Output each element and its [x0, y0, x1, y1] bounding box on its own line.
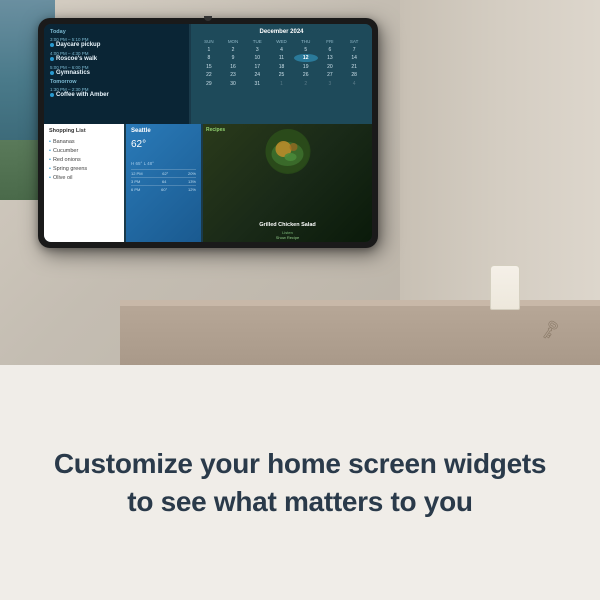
cal-day-24: 24 [245, 71, 269, 79]
cal-day-16: 16 [221, 63, 245, 71]
cal-day-18: 18 [270, 63, 294, 71]
cal-day-next-4: 4 [342, 80, 366, 88]
recipe-widget: Recipes Grilled Chicken Salad Listen [203, 124, 372, 242]
candle-jar-container [490, 265, 520, 310]
device-screen: Today 3:00 PM – 5:10 PM Daycare pickup 4… [44, 24, 372, 242]
event-3-title: Gymnastics [56, 70, 90, 76]
calendar-widget: December 2024 SUN MON TUE WED THU FRI SA… [191, 24, 372, 124]
cal-day-4: 4 [270, 46, 294, 54]
cal-day-next-1: 1 [270, 80, 294, 88]
event-4-title: Coffee with Amber [56, 92, 109, 98]
cal-day-31: 31 [245, 80, 269, 88]
cal-day-10: 10 [245, 54, 269, 62]
event-3: 5:00 PM – 6:00 PM Gymnastics [50, 65, 183, 76]
cal-day-20: 20 [318, 63, 342, 71]
cal-day-6: 6 [318, 46, 342, 54]
cal-day-28: 28 [342, 71, 366, 79]
cal-header-sat: SAT [342, 38, 366, 45]
cal-day-3: 3 [245, 46, 269, 54]
shopping-item-2: Cucumber [49, 146, 119, 155]
event-2-dot [50, 57, 54, 61]
cal-day-7: 7 [342, 46, 366, 54]
device-frame: Today 3:00 PM – 5:10 PM Daycare pickup 4… [38, 18, 378, 248]
forecast-row-1: 12 PM 62° 20% [131, 169, 196, 177]
cal-day-30: 30 [221, 80, 245, 88]
weather-temperature: 62° [131, 136, 196, 159]
weather-unit: ° [142, 140, 146, 150]
cal-day-12-today: 12 [294, 54, 318, 62]
shopping-item-4: Spring greens [49, 164, 119, 173]
cal-day-17: 17 [245, 63, 269, 71]
cal-day-26: 26 [294, 71, 318, 79]
event-4: 1:30 PM – 2:30 PM Coffee with Amber [50, 87, 183, 98]
cal-header-fri: FRI [318, 38, 342, 45]
event-1-dot [50, 43, 54, 47]
cal-day-9: 9 [221, 54, 245, 62]
event-1: 3:00 PM – 5:10 PM Daycare pickup [50, 37, 183, 48]
cal-day-15: 15 [197, 63, 221, 71]
recipe-plate-image [265, 129, 310, 174]
event-2-title: Roscoe's walk [56, 56, 97, 62]
shopping-item-1: Bananas [49, 137, 119, 146]
cal-day-13: 13 [318, 54, 342, 62]
event-2: 4:00 PM – 4:30 PM Roscoe's walk [50, 51, 183, 62]
weather-range: H 65° L 48° [131, 161, 196, 166]
events-widget: Today 3:00 PM – 5:10 PM Daycare pickup 4… [44, 24, 189, 124]
event-4-dot [50, 93, 54, 97]
cal-day-19: 19 [294, 63, 318, 71]
cal-header-sun: SUN [197, 38, 221, 45]
cal-header-thu: THU [294, 38, 318, 45]
cal-day-21: 21 [342, 63, 366, 71]
cal-day-11: 11 [270, 54, 294, 62]
cal-day-22: 22 [197, 71, 221, 79]
recipe-title: Grilled Chicken Salad [203, 222, 372, 228]
cal-day-23: 23 [221, 71, 245, 79]
recipe-plate [265, 129, 310, 174]
cal-header-tue: TUE [245, 38, 269, 45]
cal-header-wed: WED [270, 38, 294, 45]
screen-bottom-row: Shopping List Bananas Cucumber Red onion… [44, 124, 372, 242]
tagline-text: Customize your home screen widgets to se… [40, 445, 560, 521]
cal-day-2: 2 [221, 46, 245, 54]
camera-dot [204, 16, 212, 21]
cal-day-29: 29 [197, 80, 221, 88]
calendar-grid: SUN MON TUE WED THU FRI SAT 1 2 3 4 5 6 [197, 38, 366, 88]
cal-day-25: 25 [270, 71, 294, 79]
cal-day-8: 8 [197, 54, 221, 62]
shelf [120, 300, 600, 370]
weather-widget: Seattle 62° H 65° L 48° 12 PM 62° 20% [126, 124, 201, 242]
shopping-list-widget: Shopping List Bananas Cucumber Red onion… [44, 124, 124, 242]
shopping-title: Shopping List [49, 128, 119, 134]
recipe-header-label: Recipes [206, 127, 225, 133]
candle-jar [490, 265, 520, 310]
cal-day-14: 14 [342, 54, 366, 62]
event-3-dot [50, 71, 54, 75]
cal-day-1: 1 [197, 46, 221, 54]
calendar-month: December 2024 [197, 29, 366, 35]
cal-header-mon: MON [221, 38, 245, 45]
tomorrow-label: Tomorrow [50, 79, 183, 85]
shopping-item-5: Olive oil [49, 173, 119, 182]
weather-city: Seattle [131, 128, 196, 134]
cal-day-5: 5 [294, 46, 318, 54]
cal-day-next-3: 3 [318, 80, 342, 88]
cal-day-27: 27 [318, 71, 342, 79]
forecast-row-2: 3 PM 64 13% [131, 177, 196, 185]
event-1-title: Daycare pickup [56, 42, 100, 48]
text-area: Customize your home screen widgets to se… [0, 365, 600, 600]
shelf-top [120, 300, 600, 306]
forecast-row-3: 6 PM 60° 12% [131, 185, 196, 193]
today-label: Today [50, 29, 183, 35]
cal-day-next-2: 2 [294, 80, 318, 88]
recipe-show-button[interactable]: Show Recipe [203, 235, 372, 240]
shopping-item-3: Red onions [49, 155, 119, 164]
screen-top-row: Today 3:00 PM – 5:10 PM Daycare pickup 4… [44, 24, 372, 124]
photo-area: 🗝 Today 3:00 PM – 5:10 PM Daycare pickup [0, 0, 600, 370]
weather-forecast: 12 PM 62° 20% 3 PM 64 13% 6 PM 60° 1 [131, 169, 196, 193]
